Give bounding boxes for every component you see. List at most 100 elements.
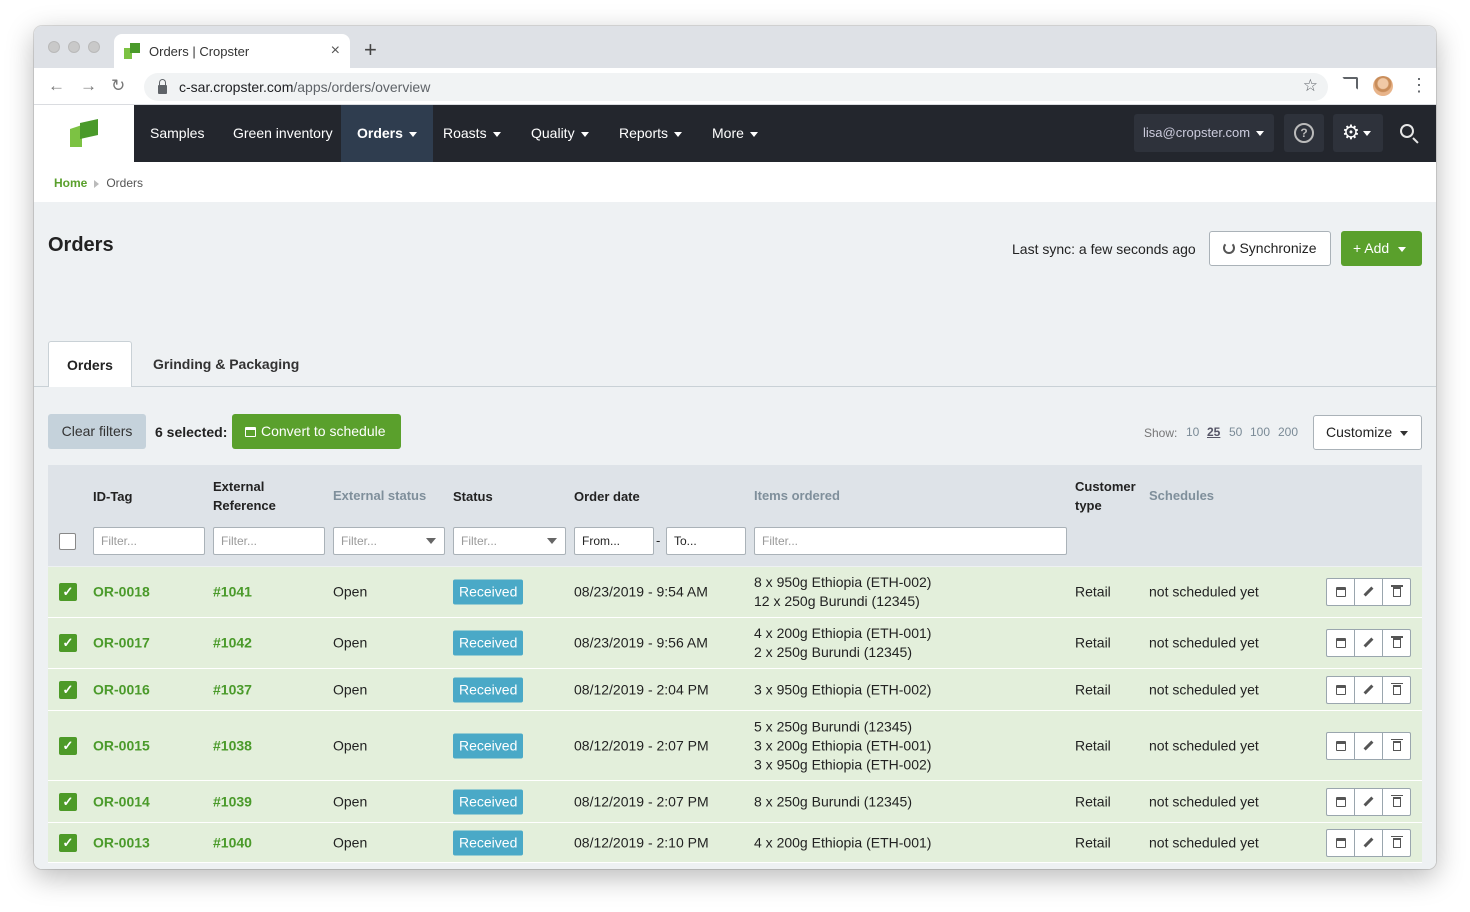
header-status[interactable]: Status [453, 487, 493, 506]
edit-row-button[interactable] [1354, 828, 1383, 857]
nav-reports[interactable]: Reports [619, 105, 683, 162]
reload-icon[interactable]: ↻ [111, 76, 125, 96]
logo-container[interactable] [34, 105, 134, 162]
header-external-reference[interactable]: External Reference [213, 477, 276, 515]
settings-button[interactable]: ⚙ [1333, 114, 1383, 152]
delete-row-button[interactable] [1382, 787, 1411, 816]
schedule-row-button[interactable] [1326, 828, 1355, 857]
edit-row-button[interactable] [1354, 578, 1383, 606]
address-bar[interactable]: c-sar.cropster.com/apps/orders/overview … [144, 73, 1328, 101]
delete-row-button[interactable] [1382, 578, 1411, 606]
table-row[interactable]: ✓ OR-0015 #1038 Open Received 08/12/2019… [48, 711, 1422, 781]
items-ordered: 3 x 950g Ethiopia (ETH-002) [754, 680, 931, 699]
external-reference-link[interactable]: #1038 [213, 736, 252, 755]
schedule-row-button[interactable] [1326, 578, 1355, 606]
external-reference-filter-input[interactable]: Filter... [213, 527, 325, 555]
row-checkbox[interactable]: ✓ [59, 634, 77, 652]
order-id-link[interactable]: OR-0017 [93, 634, 150, 653]
table-row[interactable]: ✓ OR-0018 #1041 Open Received 08/23/2019… [48, 567, 1422, 618]
nav-orders[interactable]: Orders [341, 105, 433, 162]
external-reference-link[interactable]: #1042 [213, 634, 252, 653]
nav-more[interactable]: More [712, 105, 758, 162]
close-window-button[interactable] [48, 41, 60, 53]
edit-row-button[interactable] [1354, 629, 1383, 657]
nav-roasts[interactable]: Roasts [443, 105, 501, 162]
row-checkbox[interactable]: ✓ [59, 680, 77, 699]
convert-to-schedule-button[interactable]: Convert to schedule [232, 414, 401, 449]
delete-row-button[interactable] [1382, 629, 1411, 657]
page-size-100[interactable]: 100 [1250, 425, 1270, 439]
page-size-25[interactable]: 25 [1207, 425, 1220, 439]
search-icon[interactable] [1400, 124, 1414, 138]
breadcrumb-home-link[interactable]: Home [54, 176, 87, 190]
cast-icon[interactable] [1342, 77, 1358, 90]
customize-button[interactable]: Customize [1313, 415, 1422, 450]
status-filter-select[interactable]: Filter... [453, 527, 566, 555]
table-row[interactable]: ✓ OR-0014 #1039 Open Received 08/12/2019… [48, 781, 1422, 823]
schedule-status: not scheduled yet [1149, 634, 1259, 651]
table-row[interactable]: ✓ OR-0016 #1037 Open Received 08/12/2019… [48, 669, 1422, 711]
edit-row-button[interactable] [1354, 675, 1383, 704]
row-checkbox[interactable]: ✓ [59, 833, 77, 852]
minimize-window-button[interactable] [68, 41, 80, 53]
nav-quality[interactable]: Quality [531, 105, 589, 162]
order-id-link[interactable]: OR-0013 [93, 833, 150, 852]
items-ordered-filter-input[interactable]: Filter... [754, 527, 1067, 555]
header-id-tag[interactable]: ID-Tag [93, 487, 132, 506]
edit-row-button[interactable] [1354, 787, 1383, 816]
header-customer-type[interactable]: Customer type [1075, 477, 1136, 515]
header-external-status[interactable]: External status [333, 486, 426, 505]
order-date-to-input[interactable]: To... [666, 527, 746, 555]
browser-menu-icon[interactable]: ⋮ [1410, 76, 1428, 94]
user-menu-button[interactable]: lisa@cropster.com [1134, 114, 1274, 152]
help-button[interactable]: ? [1284, 114, 1324, 152]
schedule-row-button[interactable] [1326, 629, 1355, 657]
profile-avatar[interactable] [1373, 76, 1393, 96]
forward-icon[interactable]: → [80, 76, 97, 96]
row-checkbox[interactable]: ✓ [59, 736, 77, 755]
new-tab-icon[interactable]: + [364, 37, 377, 63]
delete-row-button[interactable] [1382, 675, 1411, 704]
tab-grinding-packaging[interactable]: Grinding & Packaging [153, 341, 299, 387]
external-reference-link[interactable]: #1037 [213, 680, 252, 699]
header-items-ordered[interactable]: Items ordered [754, 486, 840, 505]
clear-filters-button[interactable]: Clear filters [48, 414, 146, 449]
delete-row-button[interactable] [1382, 828, 1411, 857]
browser-tab[interactable]: Orders | Cropster × [114, 34, 350, 68]
order-id-link[interactable]: OR-0018 [93, 583, 150, 602]
page-size-10[interactable]: 10 [1186, 425, 1199, 439]
external-reference-link[interactable]: #1041 [213, 583, 252, 602]
id-tag-filter-input[interactable]: Filter... [93, 527, 205, 555]
table-row[interactable]: ✓ OR-0017 #1042 Open Received 08/23/2019… [48, 618, 1422, 669]
back-icon[interactable]: ← [48, 76, 65, 96]
row-checkbox[interactable]: ✓ [59, 583, 77, 601]
page-size-200[interactable]: 200 [1278, 425, 1298, 439]
close-tab-icon[interactable]: × [331, 42, 340, 60]
order-date-from-input[interactable]: From... [574, 527, 654, 555]
page-size-50[interactable]: 50 [1229, 425, 1242, 439]
select-all-checkbox[interactable] [59, 533, 76, 550]
tab-orders[interactable]: Orders [48, 341, 132, 387]
header-schedules[interactable]: Schedules [1149, 486, 1214, 505]
pencil-icon [1363, 684, 1374, 694]
schedule-row-button[interactable] [1326, 675, 1355, 704]
nav-green-inventory[interactable]: Green inventory [233, 105, 333, 162]
nav-samples[interactable]: Samples [150, 105, 204, 162]
external-reference-link[interactable]: #1039 [213, 792, 252, 811]
maximize-window-button[interactable] [88, 41, 100, 53]
table-row[interactable]: ✓ OR-0013 #1040 Open Received 08/12/2019… [48, 823, 1422, 863]
delete-row-button[interactable] [1382, 731, 1411, 760]
external-reference-link[interactable]: #1040 [213, 833, 252, 852]
schedule-row-button[interactable] [1326, 787, 1355, 816]
header-order-date[interactable]: Order date [574, 487, 640, 506]
synchronize-button[interactable]: Synchronize [1209, 231, 1331, 266]
add-button[interactable]: + Add [1341, 231, 1422, 266]
bookmark-star-icon[interactable]: ☆ [1303, 76, 1318, 96]
external-status-filter-select[interactable]: Filter... [333, 527, 445, 555]
row-checkbox[interactable]: ✓ [59, 792, 77, 811]
order-id-link[interactable]: OR-0016 [93, 680, 150, 699]
schedule-row-button[interactable] [1326, 731, 1355, 760]
order-id-link[interactable]: OR-0014 [93, 792, 150, 811]
edit-row-button[interactable] [1354, 731, 1383, 760]
order-id-link[interactable]: OR-0015 [93, 736, 150, 755]
